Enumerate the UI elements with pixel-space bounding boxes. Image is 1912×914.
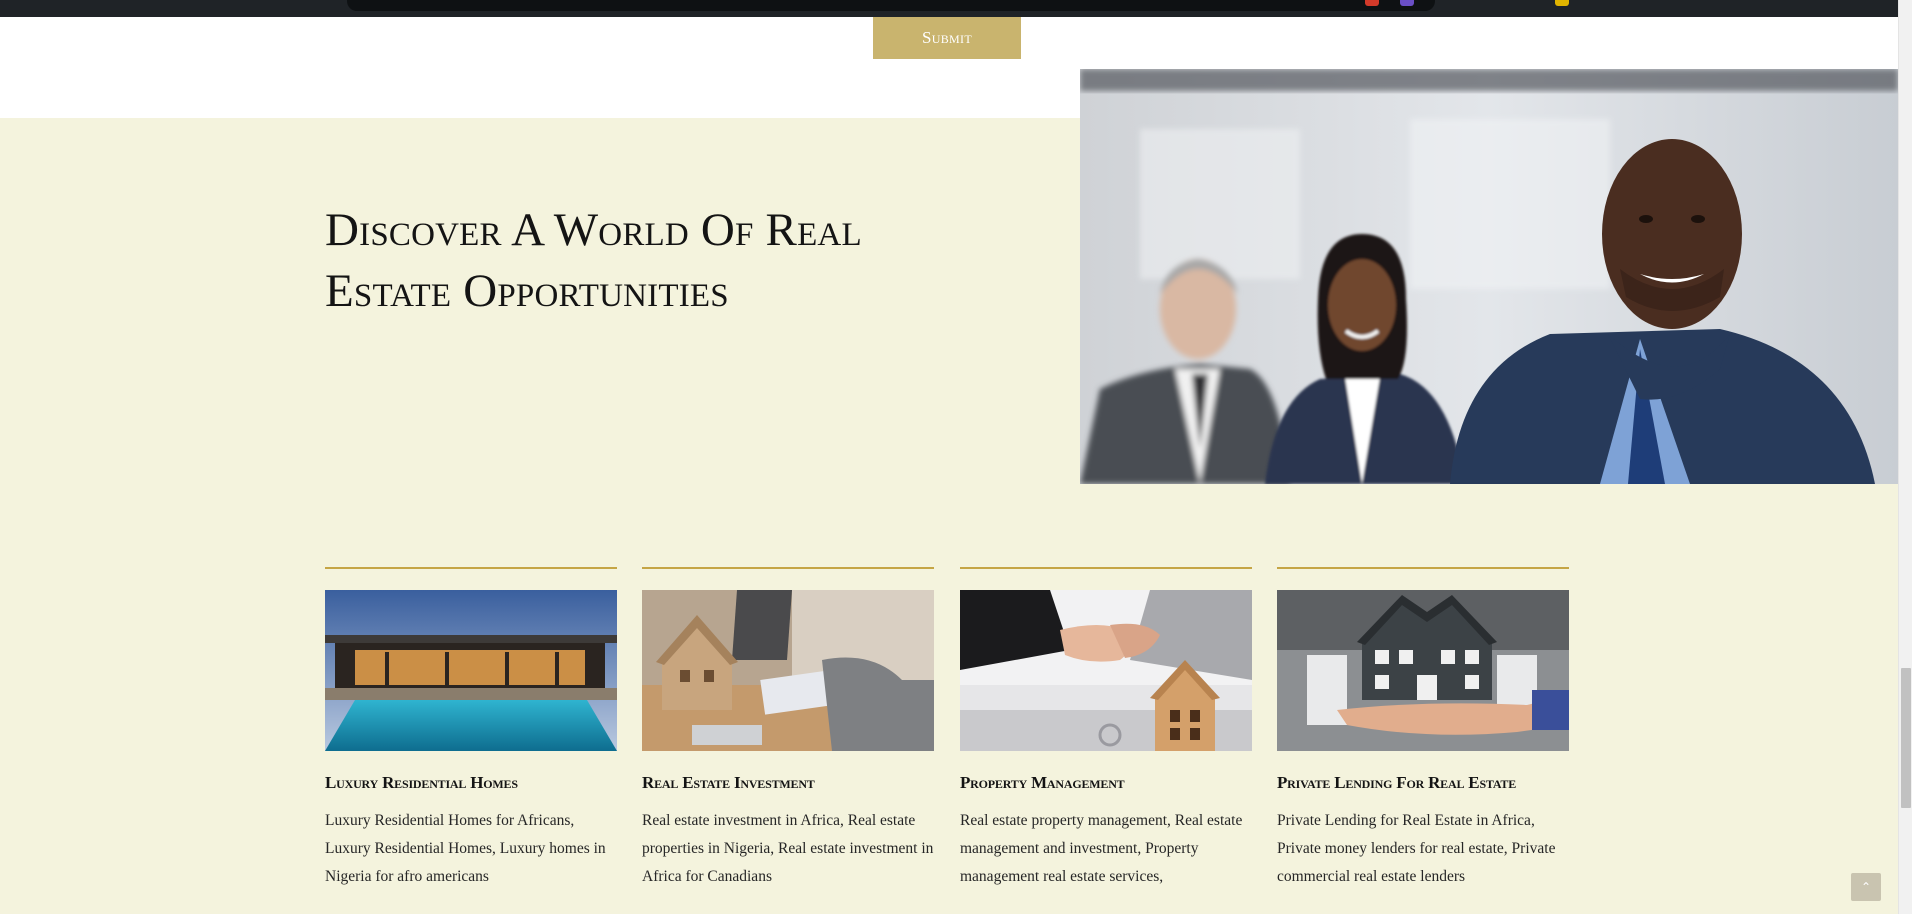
- card-title[interactable]: Luxury Residential Homes: [325, 773, 617, 793]
- card-divider: [1277, 567, 1569, 569]
- submit-button[interactable]: Submit: [873, 17, 1021, 59]
- chevron-up-icon: ⌃: [1860, 880, 1872, 894]
- card-title[interactable]: Private Lending For Real Estate: [1277, 773, 1569, 793]
- service-card-property-management[interactable]: Property Management Real estate property…: [960, 567, 1252, 891]
- card-divider: [325, 567, 617, 569]
- card-title[interactable]: Real Estate Investment: [642, 773, 934, 793]
- page-scrollbar[interactable]: [1898, 0, 1912, 914]
- service-card-private-lending[interactable]: Private Lending For Real Estate Private …: [1277, 567, 1569, 891]
- investment-image[interactable]: [642, 590, 934, 751]
- service-card-luxury-homes[interactable]: Luxury Residential Homes Luxury Resident…: [325, 567, 617, 891]
- luxury-home-image[interactable]: [325, 590, 617, 751]
- card-divider: [642, 567, 934, 569]
- card-divider: [960, 567, 1252, 569]
- card-description: Real estate investment in Africa, Real e…: [642, 812, 934, 885]
- address-bar[interactable]: [347, 0, 1435, 11]
- card-description: Private Lending for Real Estate in Afric…: [1277, 812, 1556, 885]
- business-people-photo: [1080, 69, 1898, 484]
- scrollbar-thumb[interactable]: [1901, 668, 1911, 808]
- extension-icon-purple[interactable]: [1400, 0, 1414, 6]
- section-title: Discover A World Of Real Estate Opportun…: [325, 204, 862, 317]
- card-title[interactable]: Property Management: [960, 773, 1252, 793]
- extension-icon-red[interactable]: [1365, 0, 1379, 6]
- card-description: Luxury Residential Homes for Africans, L…: [325, 812, 606, 885]
- property-management-image[interactable]: [960, 590, 1252, 751]
- back-to-top-button[interactable]: ⌃: [1851, 873, 1881, 901]
- private-lending-image[interactable]: [1277, 590, 1569, 751]
- service-card-investment[interactable]: Real Estate Investment Real estate inves…: [642, 567, 934, 891]
- hero-image: [1080, 69, 1898, 484]
- browser-top-strip: [0, 0, 1898, 17]
- services-grid: Luxury Residential Homes Luxury Resident…: [325, 567, 1570, 907]
- extension-icon-multicolor[interactable]: [1555, 0, 1569, 6]
- card-description: Real estate property management, Real es…: [960, 812, 1243, 885]
